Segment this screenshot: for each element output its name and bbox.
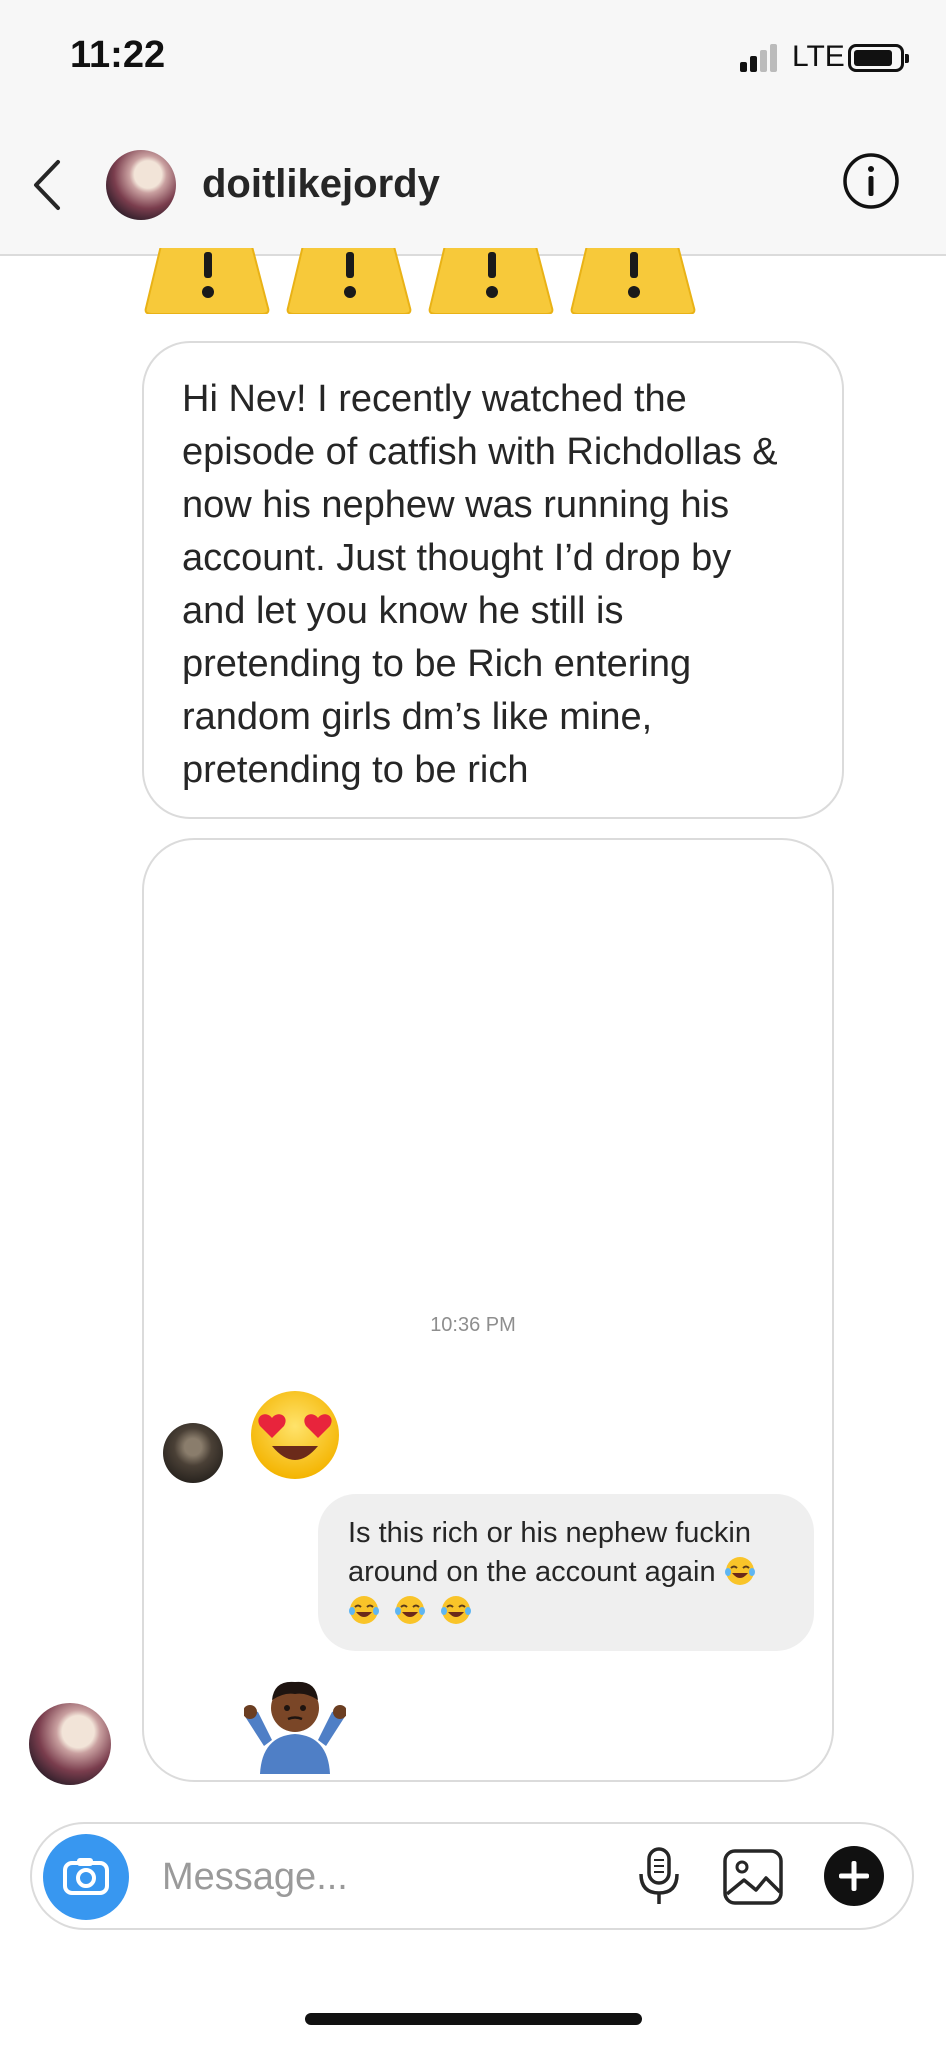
tears-of-joy-emoji xyxy=(349,1596,379,1624)
gallery-icon[interactable] xyxy=(722,1848,784,1906)
camera-icon xyxy=(63,1858,109,1895)
info-circle-icon[interactable] xyxy=(842,152,900,210)
plus-circle-icon[interactable] xyxy=(824,1846,884,1906)
camera-button[interactable] xyxy=(43,1834,129,1920)
tears-of-joy-emoji xyxy=(441,1596,472,1624)
status-time: 11:22 xyxy=(70,34,166,76)
message-timestamp: 10:36 PM xyxy=(430,1314,516,1336)
microphone-icon[interactable] xyxy=(636,1846,682,1908)
my-avatar xyxy=(29,1703,111,1785)
warning-icon xyxy=(428,248,554,314)
tears-of-joy-emoji xyxy=(724,1557,755,1585)
message-bubble-incoming[interactable]: Is this rich or his nephew fuckin around… xyxy=(318,1494,814,1651)
warning-icon xyxy=(144,248,270,314)
chevron-left-icon[interactable] xyxy=(30,158,66,212)
signal-bars-icon xyxy=(740,44,784,72)
heart-eyes-emoji xyxy=(251,1391,339,1479)
avatar[interactable] xyxy=(106,150,176,220)
message-bubble-outgoing[interactable]: Hi Nev! I recently watched the episode o… xyxy=(142,341,844,819)
message-input[interactable] xyxy=(162,1852,602,1902)
warning-emoji-row xyxy=(144,248,696,314)
person-shrugging-emoji xyxy=(244,1681,346,1774)
thread-username[interactable]: doitlikejordy xyxy=(202,162,440,207)
sender-avatar xyxy=(163,1423,223,1483)
message-text: Hi Nev! I recently watched the episode o… xyxy=(182,378,778,791)
battery-icon xyxy=(848,44,909,72)
warning-icon xyxy=(570,248,696,314)
tears-of-joy-emoji xyxy=(395,1596,426,1624)
network-label: LTE xyxy=(792,40,845,73)
warning-icon xyxy=(286,248,412,314)
home-indicator[interactable] xyxy=(305,2013,642,2025)
reply-text: Is this rich or his nephew fuckin around… xyxy=(348,1517,751,1588)
